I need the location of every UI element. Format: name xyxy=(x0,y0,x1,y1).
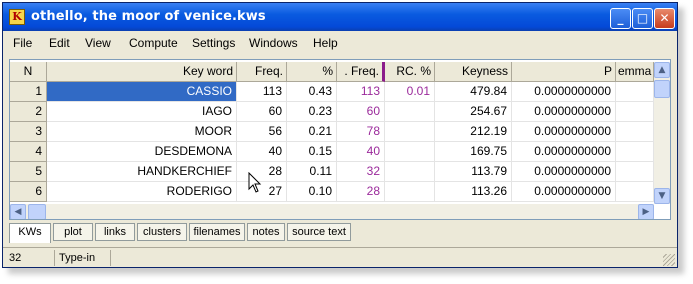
ref-freq-cell[interactable]: 60 xyxy=(337,102,385,122)
keyword-cell[interactable]: MOOR xyxy=(47,122,237,142)
freq-cell[interactable]: 56 xyxy=(237,122,287,142)
window-title: othello, the moor of venice.kws xyxy=(31,9,266,24)
minimize-button[interactable]: _ xyxy=(610,8,631,29)
percent-cell[interactable]: 0.15 xyxy=(287,142,337,162)
view-tabs: KWs plot links clusters filenames notes … xyxy=(9,223,671,243)
menu-settings[interactable]: Settings xyxy=(192,36,235,50)
p-cell[interactable]: 0.0000000000 xyxy=(512,122,616,142)
percent-cell[interactable]: 0.23 xyxy=(287,102,337,122)
percent-cell[interactable]: 0.11 xyxy=(287,162,337,182)
lemmas-cell[interactable] xyxy=(616,82,654,102)
tab-clusters[interactable]: clusters xyxy=(137,223,187,241)
ref-freq-cell[interactable]: 32 xyxy=(337,162,385,182)
row-number[interactable]: 4 xyxy=(10,142,47,162)
horizontal-scrollbar[interactable]: ◀ ▶ xyxy=(10,204,654,219)
tab-filenames[interactable]: filenames xyxy=(189,223,245,241)
menu-file[interactable]: File xyxy=(13,36,32,50)
keyness-cell[interactable]: 169.75 xyxy=(435,142,512,162)
keyword-cell[interactable]: DESDEMONA xyxy=(47,142,237,162)
header-keyword[interactable]: Key word xyxy=(47,62,237,82)
menu-view[interactable]: View xyxy=(85,36,111,50)
p-cell[interactable]: 0.0000000000 xyxy=(512,102,616,122)
lemmas-cell[interactable] xyxy=(616,102,654,122)
p-cell[interactable]: 0.0000000000 xyxy=(512,142,616,162)
header-rc-percent[interactable]: RC. % xyxy=(385,62,435,82)
percent-cell[interactable]: 0.21 xyxy=(287,122,337,142)
freq-cell[interactable]: 113 xyxy=(237,82,287,102)
keyword-cell[interactable]: HANDKERCHIEF xyxy=(47,162,237,182)
keyness-cell[interactable]: 254.67 xyxy=(435,102,512,122)
row-number[interactable]: 3 xyxy=(10,122,47,142)
resize-grip-icon[interactable] xyxy=(663,254,675,266)
header-n[interactable]: N xyxy=(10,62,47,82)
header-p[interactable]: P xyxy=(512,62,616,82)
rc-percent-cell[interactable] xyxy=(385,182,435,202)
header-freq[interactable]: Freq. xyxy=(237,62,287,82)
header-lemmas[interactable]: emma xyxy=(616,62,654,82)
scroll-down-button[interactable]: ▼ xyxy=(654,188,670,204)
lemmas-cell[interactable] xyxy=(616,122,654,142)
vertical-scroll-thumb[interactable] xyxy=(654,80,670,98)
menu-compute[interactable]: Compute xyxy=(129,36,178,50)
rc-percent-cell[interactable] xyxy=(385,142,435,162)
row-number[interactable]: 1 xyxy=(10,82,47,102)
keywords-table: N Key word Freq. % . Freq. RC. % Keyness… xyxy=(9,59,671,220)
horizontal-scroll-thumb[interactable] xyxy=(28,204,46,219)
freq-cell[interactable]: 60 xyxy=(237,102,287,122)
p-cell[interactable]: 0.0000000000 xyxy=(512,162,616,182)
status-count: 32 xyxy=(5,250,55,266)
status-bar: 32 Type-in xyxy=(3,247,677,267)
keyness-cell[interactable]: 113.79 xyxy=(435,162,512,182)
status-mode: Type-in xyxy=(55,250,111,266)
tab-source-text[interactable]: source text xyxy=(287,223,351,241)
menu-windows[interactable]: Windows xyxy=(249,36,298,50)
maximize-button[interactable]: □ xyxy=(632,8,653,29)
tab-links[interactable]: links xyxy=(95,223,135,241)
vertical-scrollbar[interactable]: ▲ ▼ xyxy=(654,62,670,204)
row-number[interactable]: 2 xyxy=(10,102,47,122)
scroll-right-button[interactable]: ▶ xyxy=(638,204,654,219)
header-percent[interactable]: % xyxy=(287,62,337,82)
tab-notes[interactable]: notes xyxy=(247,223,285,241)
menu-bar: File Edit View Compute Settings Windows … xyxy=(3,32,677,54)
ref-freq-cell[interactable]: 40 xyxy=(337,142,385,162)
keywords-window: K othello, the moor of venice.kws _ □ ✕ … xyxy=(2,2,678,268)
rc-percent-cell[interactable] xyxy=(385,102,435,122)
keyness-cell[interactable]: 479.84 xyxy=(435,82,512,102)
keyness-cell[interactable]: 212.19 xyxy=(435,122,512,142)
lemmas-cell[interactable] xyxy=(616,182,654,202)
rc-percent-cell[interactable] xyxy=(385,122,435,142)
percent-cell[interactable]: 0.43 xyxy=(287,82,337,102)
percent-cell[interactable]: 0.10 xyxy=(287,182,337,202)
tab-plot[interactable]: plot xyxy=(53,223,93,241)
keyness-cell[interactable]: 113.26 xyxy=(435,182,512,202)
header-keyness[interactable]: Keyness xyxy=(435,62,512,82)
scroll-left-button[interactable]: ◀ xyxy=(10,204,26,219)
title-bar[interactable]: K othello, the moor of venice.kws _ □ ✕ xyxy=(3,3,677,31)
freq-cell[interactable]: 40 xyxy=(237,142,287,162)
keyword-cell[interactable]: RODERIGO xyxy=(47,182,237,202)
header-ref-freq[interactable]: . Freq. xyxy=(337,62,385,82)
ref-freq-cell[interactable]: 78 xyxy=(337,122,385,142)
p-cell[interactable]: 0.0000000000 xyxy=(512,82,616,102)
app-icon[interactable]: K xyxy=(9,9,25,25)
row-number[interactable]: 6 xyxy=(10,182,47,202)
p-cell[interactable]: 0.0000000000 xyxy=(512,182,616,202)
close-button[interactable]: ✕ xyxy=(654,8,675,29)
mouse-pointer-icon xyxy=(248,172,262,193)
rc-percent-cell[interactable]: 0.01 xyxy=(385,82,435,102)
lemmas-cell[interactable] xyxy=(616,142,654,162)
menu-edit[interactable]: Edit xyxy=(49,36,70,50)
scroll-up-button[interactable]: ▲ xyxy=(654,62,670,78)
keyword-cell[interactable]: IAGO xyxy=(47,102,237,122)
ref-freq-cell[interactable]: 28 xyxy=(337,182,385,202)
ref-freq-cell[interactable]: 113 xyxy=(337,82,385,102)
rc-percent-cell[interactable] xyxy=(385,162,435,182)
menu-help[interactable]: Help xyxy=(313,36,338,50)
row-number[interactable]: 5 xyxy=(10,162,47,182)
tab-kws[interactable]: KWs xyxy=(9,223,51,243)
keyword-cell[interactable]: CASSIO xyxy=(47,82,237,102)
lemmas-cell[interactable] xyxy=(616,162,654,182)
